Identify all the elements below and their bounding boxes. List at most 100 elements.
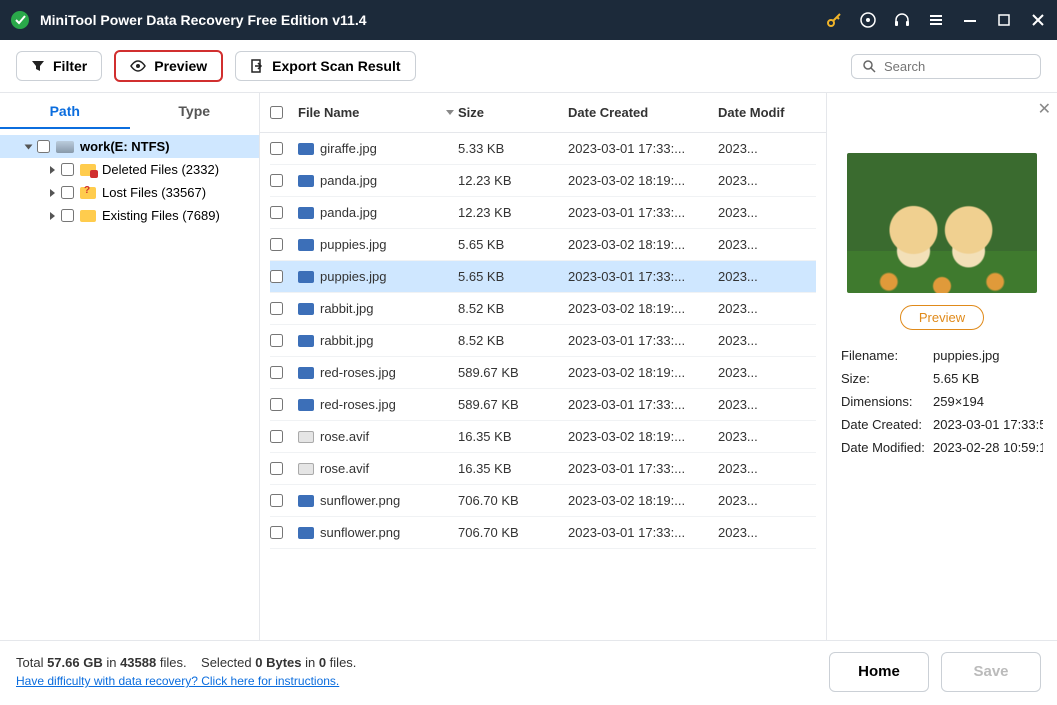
row-checkbox[interactable] <box>270 398 283 411</box>
file-img-icon <box>298 175 314 187</box>
file-img-icon <box>298 335 314 347</box>
t-mid: in <box>103 655 120 670</box>
t-suf: files. <box>156 655 186 670</box>
row-checkbox[interactable] <box>270 366 283 379</box>
meta-modified-v: 2023-02-28 10:59:18 <box>933 440 1043 455</box>
table-row[interactable]: red-roses.jpg589.67 KB2023-03-02 18:19:.… <box>270 357 816 389</box>
preview-button[interactable]: Preview <box>114 50 223 82</box>
menu-icon[interactable] <box>927 11 945 29</box>
file-modified: 2023... <box>718 397 798 412</box>
grid-body[interactable]: giraffe.jpg5.33 KB2023-03-01 17:33:...20… <box>260 133 826 640</box>
row-checkbox[interactable] <box>270 174 283 187</box>
file-modified: 2023... <box>718 205 798 220</box>
search-input[interactable] <box>884 59 1057 74</box>
folder-deleted-icon <box>80 164 96 176</box>
s-count: 0 <box>319 655 326 670</box>
header-name-label: File Name <box>298 105 359 120</box>
file-created: 2023-03-01 17:33:... <box>568 141 718 156</box>
s-suf: files. <box>326 655 356 670</box>
search-box[interactable] <box>851 54 1041 79</box>
close-icon[interactable] <box>1029 11 1047 29</box>
file-name: sunflower.png <box>320 525 400 540</box>
table-row[interactable]: rose.avif16.35 KB2023-03-02 18:19:...202… <box>270 421 816 453</box>
tree-item-existing[interactable]: Existing Files (7689) <box>0 204 259 227</box>
file-created: 2023-03-01 17:33:... <box>568 525 718 540</box>
minimize-icon[interactable] <box>961 11 979 29</box>
file-created: 2023-03-01 17:33:... <box>568 333 718 348</box>
table-row[interactable]: rose.avif16.35 KB2023-03-01 17:33:...202… <box>270 453 816 485</box>
meta-dim-k: Dimensions: <box>841 394 933 409</box>
export-icon <box>250 59 264 73</box>
file-img-icon <box>298 143 314 155</box>
file-created: 2023-03-02 18:19:... <box>568 237 718 252</box>
row-checkbox[interactable] <box>270 302 283 315</box>
tree-root[interactable]: work(E: NTFS) <box>0 135 259 158</box>
file-name: red-roses.jpg <box>320 365 396 380</box>
preview-close-icon[interactable]: ✕ <box>1038 99 1051 119</box>
save-button[interactable]: Save <box>941 652 1041 692</box>
table-row[interactable]: red-roses.jpg589.67 KB2023-03-01 17:33:.… <box>270 389 816 421</box>
row-checkbox[interactable] <box>270 430 283 443</box>
tree-item-lost[interactable]: Lost Files (33567) <box>0 181 259 204</box>
maximize-icon[interactable] <box>995 11 1013 29</box>
table-row[interactable]: puppies.jpg5.65 KB2023-03-01 17:33:...20… <box>270 261 816 293</box>
table-row[interactable]: panda.jpg12.23 KB2023-03-02 18:19:...202… <box>270 165 816 197</box>
chevron-right-icon[interactable] <box>50 212 55 220</box>
chevron-down-icon[interactable] <box>25 144 33 149</box>
file-modified: 2023... <box>718 493 798 508</box>
chevron-right-icon[interactable] <box>50 166 55 174</box>
tree-item-checkbox[interactable] <box>61 163 74 176</box>
meta-dim-v: 259×194 <box>933 394 1043 409</box>
file-size: 8.52 KB <box>458 333 568 348</box>
export-button[interactable]: Export Scan Result <box>235 51 415 81</box>
table-row[interactable]: sunflower.png706.70 KB2023-03-02 18:19:.… <box>270 485 816 517</box>
table-row[interactable]: rabbit.jpg8.52 KB2023-03-01 17:33:...202… <box>270 325 816 357</box>
preview-open-button[interactable]: Preview <box>900 305 984 330</box>
tab-path[interactable]: Path <box>0 93 130 129</box>
status-line: Total 57.66 GB in 43588 files. Selected … <box>16 655 356 670</box>
tree-item-checkbox[interactable] <box>61 209 74 222</box>
drive-icon <box>56 141 74 153</box>
key-icon[interactable] <box>825 11 843 29</box>
file-modified: 2023... <box>718 301 798 316</box>
export-label: Export Scan Result <box>272 58 400 74</box>
header-size[interactable]: Size <box>458 105 568 120</box>
file-img-icon <box>298 207 314 219</box>
header-modified[interactable]: Date Modif <box>718 105 798 120</box>
file-name: puppies.jpg <box>320 237 387 252</box>
tree-item-deleted[interactable]: Deleted Files (2332) <box>0 158 259 181</box>
row-checkbox[interactable] <box>270 526 283 539</box>
sidebar: Path Type work(E: NTFS) Deleted Files (2… <box>0 93 260 640</box>
row-checkbox[interactable] <box>270 462 283 475</box>
row-checkbox[interactable] <box>270 494 283 507</box>
file-name: panda.jpg <box>320 205 377 220</box>
file-size: 5.65 KB <box>458 269 568 284</box>
tree-item-checkbox[interactable] <box>61 186 74 199</box>
chevron-right-icon[interactable] <box>50 189 55 197</box>
row-checkbox[interactable] <box>270 334 283 347</box>
grid-header: File Name Size Date Created Date Modif <box>260 93 826 133</box>
headset-icon[interactable] <box>893 11 911 29</box>
tab-type[interactable]: Type <box>130 93 260 129</box>
home-button[interactable]: Home <box>829 652 929 692</box>
table-row[interactable]: puppies.jpg5.65 KB2023-03-02 18:19:...20… <box>270 229 816 261</box>
header-created[interactable]: Date Created <box>568 105 718 120</box>
row-checkbox[interactable] <box>270 206 283 219</box>
row-checkbox[interactable] <box>270 238 283 251</box>
disc-icon[interactable] <box>859 11 877 29</box>
file-modified: 2023... <box>718 365 798 380</box>
table-row[interactable]: sunflower.png706.70 KB2023-03-01 17:33:.… <box>270 517 816 549</box>
row-checkbox[interactable] <box>270 142 283 155</box>
header-name[interactable]: File Name <box>298 105 458 120</box>
filter-button[interactable]: Filter <box>16 51 102 81</box>
table-row[interactable]: rabbit.jpg8.52 KB2023-03-02 18:19:...202… <box>270 293 816 325</box>
help-link[interactable]: Have difficulty with data recovery? Clic… <box>16 674 356 688</box>
meta-modified-k: Date Modified: <box>841 440 933 455</box>
table-row[interactable]: giraffe.jpg5.33 KB2023-03-01 17:33:...20… <box>270 133 816 165</box>
table-row[interactable]: panda.jpg12.23 KB2023-03-01 17:33:...202… <box>270 197 816 229</box>
file-img-icon <box>298 239 314 251</box>
file-created: 2023-03-02 18:19:... <box>568 429 718 444</box>
tree-root-checkbox[interactable] <box>37 140 50 153</box>
select-all-checkbox[interactable] <box>270 106 283 119</box>
row-checkbox[interactable] <box>270 270 283 283</box>
